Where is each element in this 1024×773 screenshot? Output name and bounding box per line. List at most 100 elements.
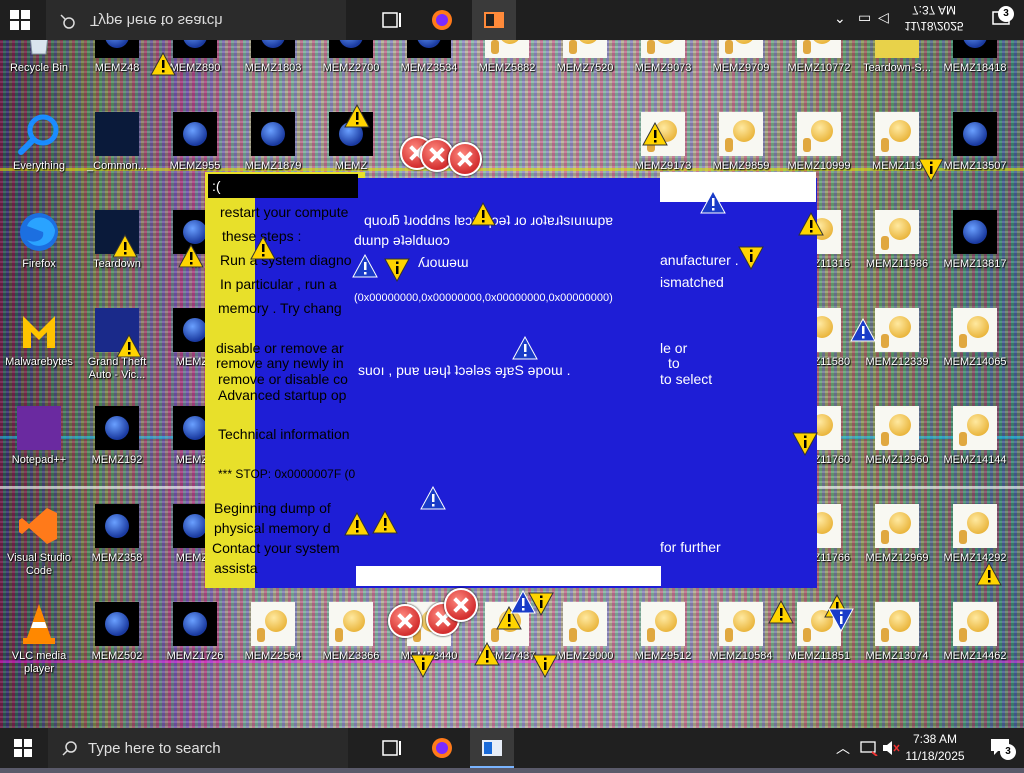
search-placeholder: Type here to search xyxy=(88,740,221,757)
chevron-up-icon[interactable]: ⌄ xyxy=(834,10,846,27)
desktop-icon-memz3366[interactable]: MEMZ3366 xyxy=(312,598,390,696)
icon-label: MEMZ1803 xyxy=(244,62,302,74)
warning-icon[interactable] xyxy=(918,158,944,182)
chevron-up-icon[interactable]: ︿ xyxy=(836,738,850,758)
error-icon[interactable] xyxy=(448,142,482,176)
error-icon[interactable] xyxy=(444,588,478,622)
icon-label: Notepad++ xyxy=(11,454,67,466)
search-icon xyxy=(60,14,75,29)
icon-label: MEMZ10584 xyxy=(709,650,773,662)
icon-label: MEMZ14144 xyxy=(943,454,1007,466)
desktop-icon-memz9000[interactable]: MEMZ9000 xyxy=(546,598,624,696)
inverted-clock-date: 11/18/2025 xyxy=(904,19,964,33)
inverted-search-box[interactable]: Type here to search xyxy=(46,0,346,40)
icon-label: Teardown-S... xyxy=(863,62,931,74)
task-view-icon[interactable] xyxy=(380,736,404,760)
desktop-icon-memz502[interactable]: MEMZ502 xyxy=(78,598,156,696)
clock[interactable]: 7:38 AM 11/18/2025 xyxy=(890,731,980,765)
desktop-icon-memz11986[interactable]: MEMZ11986 xyxy=(858,206,936,304)
warning-icon[interactable] xyxy=(372,510,398,534)
active-app-tab[interactable] xyxy=(470,728,514,768)
icon-label: MEMZ48 xyxy=(94,62,140,74)
icon-label: MEMZ12339 xyxy=(865,356,929,368)
icon-label: MEMZ2700 xyxy=(322,62,380,74)
bsod-text: In particular , run a xyxy=(220,276,337,292)
warning-icon[interactable] xyxy=(384,258,410,282)
warning-icon[interactable] xyxy=(768,600,794,624)
desktop-icon-memz14462[interactable]: MEMZ14462 xyxy=(936,598,1014,696)
warning-icon[interactable] xyxy=(150,52,176,76)
bsod-white-strip xyxy=(356,566,661,586)
warning-icon[interactable] xyxy=(410,654,436,678)
warning-icon[interactable] xyxy=(474,642,500,666)
warning-icon[interactable] xyxy=(798,212,824,236)
desktop-icon-firefox[interactable]: Firefox xyxy=(0,206,78,304)
info-triangle-icon[interactable] xyxy=(512,336,538,360)
desktop-icon-vscode[interactable]: Visual Studio Code xyxy=(0,500,78,598)
bsod-text: ismatched xyxy=(660,274,724,290)
warning-icon[interactable] xyxy=(344,512,370,536)
memz-icon xyxy=(251,112,295,156)
network-icon[interactable]: ▭ xyxy=(858,9,871,26)
firefox-taskbar-icon[interactable] xyxy=(430,8,454,32)
vlc-cone-icon xyxy=(17,602,61,646)
warning-icon[interactable] xyxy=(178,244,204,268)
desktop-icon-memz13507[interactable]: MEMZ13507 xyxy=(936,108,1014,206)
folder-icon xyxy=(95,112,139,156)
windows-logo-icon[interactable] xyxy=(10,10,30,30)
desktop-icon-memz12969[interactable]: MEMZ12969 xyxy=(858,500,936,598)
memz-icon xyxy=(95,504,139,548)
inverted-clock[interactable]: 11/18/2025 7:37 AM xyxy=(888,2,980,34)
desktop-icon-memz13817[interactable]: MEMZ13817 xyxy=(936,206,1014,304)
desktop-icon-memz2564[interactable]: MEMZ2564 xyxy=(234,598,312,696)
desktop-icon-vlc[interactable]: VLC media player xyxy=(0,598,78,696)
warning-icon[interactable] xyxy=(642,122,668,146)
error-icon[interactable] xyxy=(388,604,422,638)
info-triangle-icon[interactable] xyxy=(510,590,536,614)
info-triangle-icon[interactable] xyxy=(850,318,876,342)
desktop-icon-malwarebytes[interactable]: Malwarebytes xyxy=(0,304,78,402)
desktop-icon-common[interactable]: _Common... xyxy=(78,108,156,206)
desktop-icon-memz14292[interactable]: MEMZ14292 xyxy=(936,500,1014,598)
desktop-icon-memz14065[interactable]: MEMZ14065 xyxy=(936,304,1014,402)
warning-icon[interactable] xyxy=(738,246,764,270)
warning-icon[interactable] xyxy=(250,236,276,260)
taskbar-search-box[interactable]: Type here to search xyxy=(48,728,348,768)
warning-icon[interactable] xyxy=(532,654,558,678)
inverted-search-placeholder: Type here to search xyxy=(90,12,223,29)
smiley-icon xyxy=(875,112,919,156)
icon-label: MEMZ5882 xyxy=(478,62,536,74)
smiley-icon xyxy=(953,406,997,450)
icon-label: MEMZ14462 xyxy=(943,650,1007,662)
desktop-icon-memz12960[interactable]: MEMZ12960 xyxy=(858,402,936,500)
bsod-text: le or xyxy=(660,340,688,356)
desktop-icon-everything[interactable]: Everything xyxy=(0,108,78,206)
desktop-icon-memz119[interactable]: MEMZ119 xyxy=(858,108,936,206)
start-button[interactable] xyxy=(14,739,32,757)
warning-icon[interactable] xyxy=(976,562,1002,586)
warning-icon[interactable] xyxy=(112,234,138,258)
desktop-icon-memz9512[interactable]: MEMZ9512 xyxy=(624,598,702,696)
smiley-icon xyxy=(875,602,919,646)
active-app-tab[interactable] xyxy=(472,0,516,40)
firefox-taskbar-icon[interactable] xyxy=(430,736,454,760)
info-triangle-icon[interactable] xyxy=(352,254,378,278)
network-icon[interactable] xyxy=(860,740,878,756)
desktop-icon-memz13074[interactable]: MEMZ13074 xyxy=(858,598,936,696)
warning-icon[interactable] xyxy=(470,202,496,226)
bsod-text: Run a system diagno xyxy=(220,252,352,268)
warning-icon[interactable] xyxy=(792,432,818,456)
warning-icon[interactable] xyxy=(344,104,370,128)
desktop-icon-memz1726[interactable]: MEMZ1726 xyxy=(156,598,234,696)
info-triangle-icon[interactable] xyxy=(700,190,726,214)
desktop-icon-memz192[interactable]: MEMZ192 xyxy=(78,402,156,500)
desktop-icon-notepadpp[interactable]: Notepad++ xyxy=(0,402,78,500)
warning-icon[interactable] xyxy=(116,334,142,358)
bsod-text: disable or remove ar xyxy=(216,340,344,356)
task-view-icon[interactable] xyxy=(380,8,404,32)
icon-label: Teardown xyxy=(93,258,141,270)
info-triangle-icon[interactable] xyxy=(420,486,446,510)
desktop-icon-memz358[interactable]: MEMZ358 xyxy=(78,500,156,598)
info-triangle-icon[interactable] xyxy=(828,608,854,632)
desktop-icon-memz14144[interactable]: MEMZ14144 xyxy=(936,402,1014,500)
